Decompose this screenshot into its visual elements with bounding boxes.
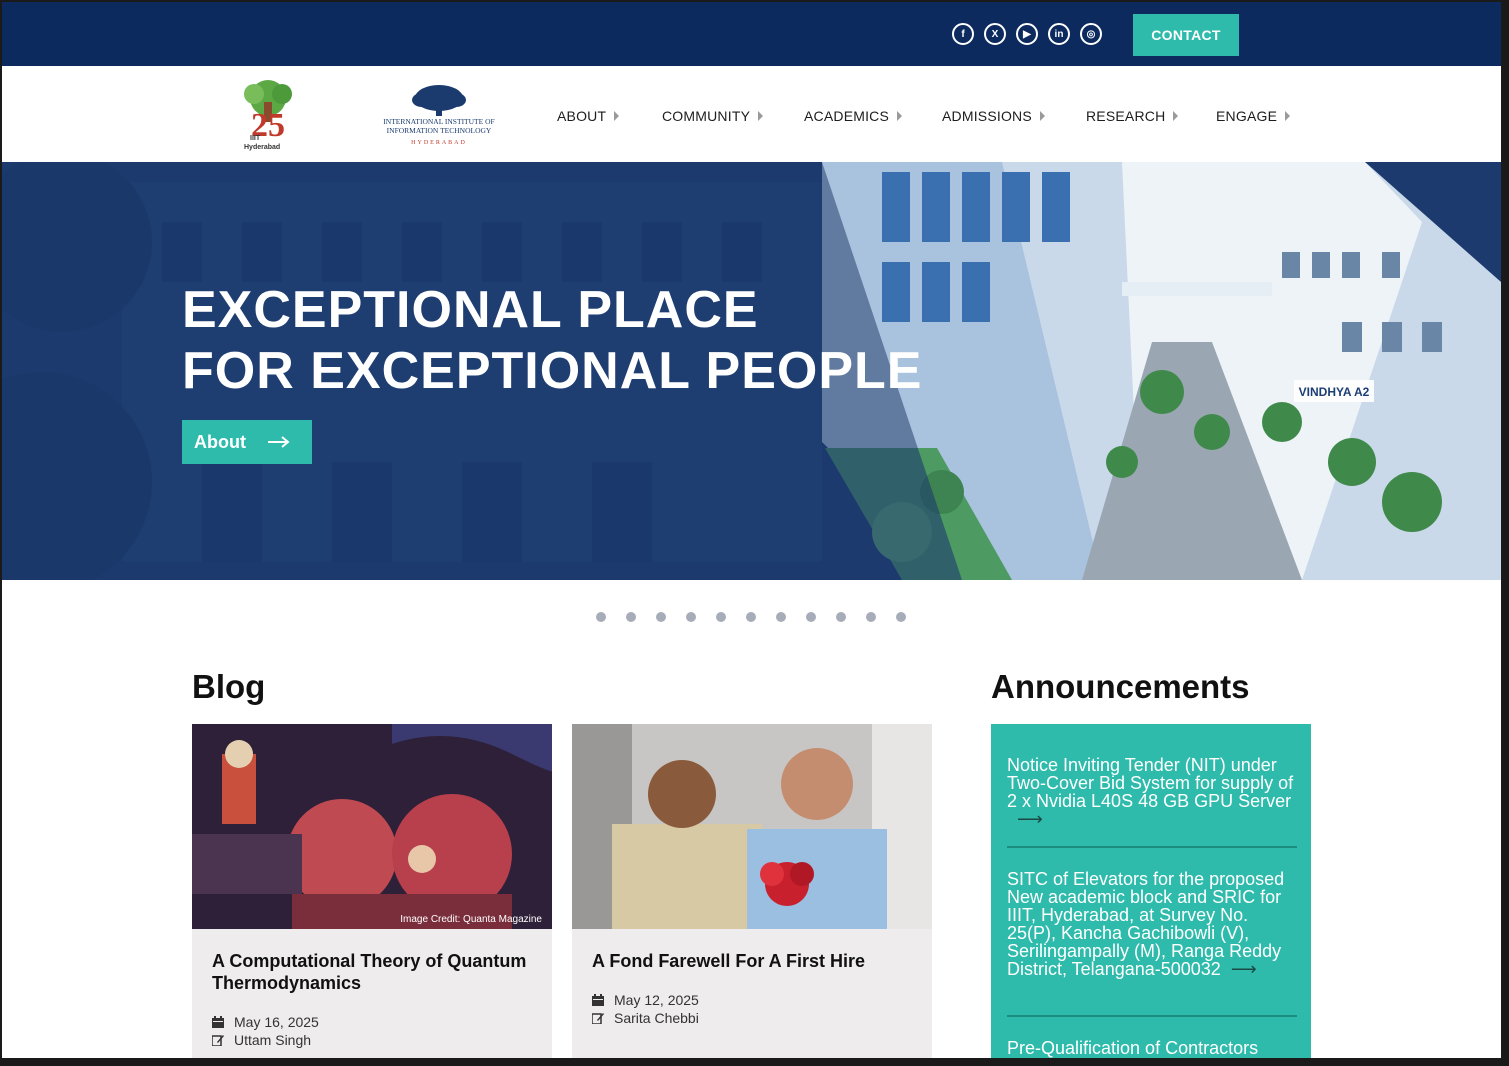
caret-right-icon xyxy=(1039,111,1045,121)
caret-right-icon xyxy=(1173,111,1179,121)
blog-post-title[interactable]: A Computational Theory of Quantum Thermo… xyxy=(212,950,532,994)
carousel-dot[interactable] xyxy=(686,612,696,622)
hero-about-label: About xyxy=(194,431,246,452)
carousel-dot[interactable] xyxy=(776,612,786,622)
announcement-item[interactable]: Pre-Qualification of Contractors xyxy=(1007,1039,1297,1057)
nav-academics[interactable]: ACADEMICS xyxy=(804,108,903,124)
arrow-right-icon: ⟶ xyxy=(1017,809,1043,829)
announcement-text: Notice Inviting Tender (NIT) under Two-C… xyxy=(1007,755,1294,811)
divider xyxy=(1007,1015,1297,1017)
image-credit: Image Credit: Quanta Magazine xyxy=(400,914,542,925)
nav-admissions[interactable]: ADMISSIONS xyxy=(942,108,1045,124)
author-text: Uttam Singh xyxy=(234,1032,312,1048)
youtube-icon[interactable]: ▶ xyxy=(1016,23,1038,45)
nav-label: COMMUNITY xyxy=(662,108,751,124)
contact-button[interactable]: CONTACT xyxy=(1133,14,1239,56)
hero-about-button[interactable]: About xyxy=(182,420,312,464)
arrow-right-icon: ⟶ xyxy=(1230,959,1257,979)
iiit-25-years-logo[interactable]: 25 IIIT Hyderabad xyxy=(232,78,304,152)
carousel-dot[interactable] xyxy=(716,612,726,622)
carousel-dot[interactable] xyxy=(596,612,606,622)
carousel-dot[interactable] xyxy=(656,612,666,622)
facebook-icon[interactable]: f xyxy=(952,23,974,45)
blog-post-date: May 16, 2025 xyxy=(212,1014,319,1030)
blog-post-title[interactable]: A Fond Farewell For A First Hire xyxy=(592,950,912,972)
blog-card[interactable]: Image Credit: Quanta Magazine A Computat… xyxy=(192,724,552,1058)
linkedin-icon[interactable]: in xyxy=(1048,23,1070,45)
announcement-text: Pre-Qualification of Contractors xyxy=(1007,1038,1259,1058)
x-twitter-icon[interactable]: X xyxy=(984,23,1006,45)
hero-title: EXCEPTIONAL PLACE FOR EXCEPTIONAL PEOPLE xyxy=(182,281,923,400)
svg-text:Hyderabad: Hyderabad xyxy=(244,144,280,151)
top-bar: f X ▶ in ◎ CONTACT xyxy=(2,2,1501,66)
svg-text:INFORMATION TECHNOLOGY: INFORMATION TECHNOLOGY xyxy=(387,126,492,135)
announcement-item[interactable]: Notice Inviting Tender (NIT) under Two-C… xyxy=(1007,756,1297,828)
blog-thumbnail-image xyxy=(572,724,932,929)
blog-heading: Blog xyxy=(192,668,266,705)
calendar-icon xyxy=(212,1016,224,1028)
carousel-dot[interactable] xyxy=(896,612,906,622)
announcements-panel: Notice Inviting Tender (NIT) under Two-C… xyxy=(991,724,1311,1058)
date-text: May 16, 2025 xyxy=(234,1014,319,1030)
nav-label: ABOUT xyxy=(557,108,607,124)
svg-text:IIIT: IIIT xyxy=(250,135,261,142)
caret-right-icon xyxy=(614,111,620,121)
blog-post-date: May 12, 2025 xyxy=(592,992,699,1008)
arrow-right-icon xyxy=(267,436,290,448)
divider xyxy=(1007,846,1297,848)
building-sign-text: VINDHYA A2 xyxy=(1299,385,1370,399)
svg-text:INTERNATIONAL INSTITUTE OF: INTERNATIONAL INSTITUTE OF xyxy=(383,117,494,126)
carousel-dot[interactable] xyxy=(836,612,846,622)
nav-label: ENGAGE xyxy=(1216,108,1278,124)
edit-icon xyxy=(592,1013,604,1024)
nav-about[interactable]: ABOUT xyxy=(557,108,620,124)
caret-right-icon xyxy=(897,111,903,121)
calendar-icon xyxy=(592,994,604,1006)
nav-label: ACADEMICS xyxy=(804,108,890,124)
caret-right-icon xyxy=(1285,111,1291,121)
nav-community[interactable]: COMMUNITY xyxy=(662,108,764,124)
author-text: Sarita Chebbi xyxy=(614,1010,699,1026)
browser-viewport: f X ▶ in ◎ CONTACT 25 IIIT Hyderabad INT… xyxy=(2,2,1501,1058)
blog-post-author: Sarita Chebbi xyxy=(592,1010,699,1026)
nav-engage[interactable]: ENGAGE xyxy=(1216,108,1291,124)
blog-post-author: Uttam Singh xyxy=(212,1032,311,1048)
svg-text:HYDERABAD: HYDERABAD xyxy=(411,140,467,146)
edit-icon xyxy=(212,1035,224,1046)
carousel-dot[interactable] xyxy=(806,612,816,622)
carousel-dot[interactable] xyxy=(626,612,636,622)
carousel-dots xyxy=(596,612,906,622)
social-links: f X ▶ in ◎ xyxy=(952,23,1102,45)
instagram-icon[interactable]: ◎ xyxy=(1080,23,1102,45)
blog-thumbnail-image: Image Credit: Quanta Magazine xyxy=(192,724,552,929)
carousel-dot[interactable] xyxy=(866,612,876,622)
carousel-dot[interactable] xyxy=(746,612,756,622)
announcements-heading: Announcements xyxy=(991,668,1250,705)
nav-research[interactable]: RESEARCH xyxy=(1086,108,1179,124)
blog-card[interactable]: A Fond Farewell For A First Hire May 12,… xyxy=(572,724,932,1058)
iiit-institute-logo[interactable]: INTERNATIONAL INSTITUTE OF INFORMATION T… xyxy=(374,82,504,148)
nav-label: RESEARCH xyxy=(1086,108,1166,124)
caret-right-icon xyxy=(758,111,764,121)
announcement-item[interactable]: SITC of Elevators for the proposed New a… xyxy=(1007,870,1297,978)
nav-label: ADMISSIONS xyxy=(942,108,1032,124)
date-text: May 12, 2025 xyxy=(614,992,699,1008)
